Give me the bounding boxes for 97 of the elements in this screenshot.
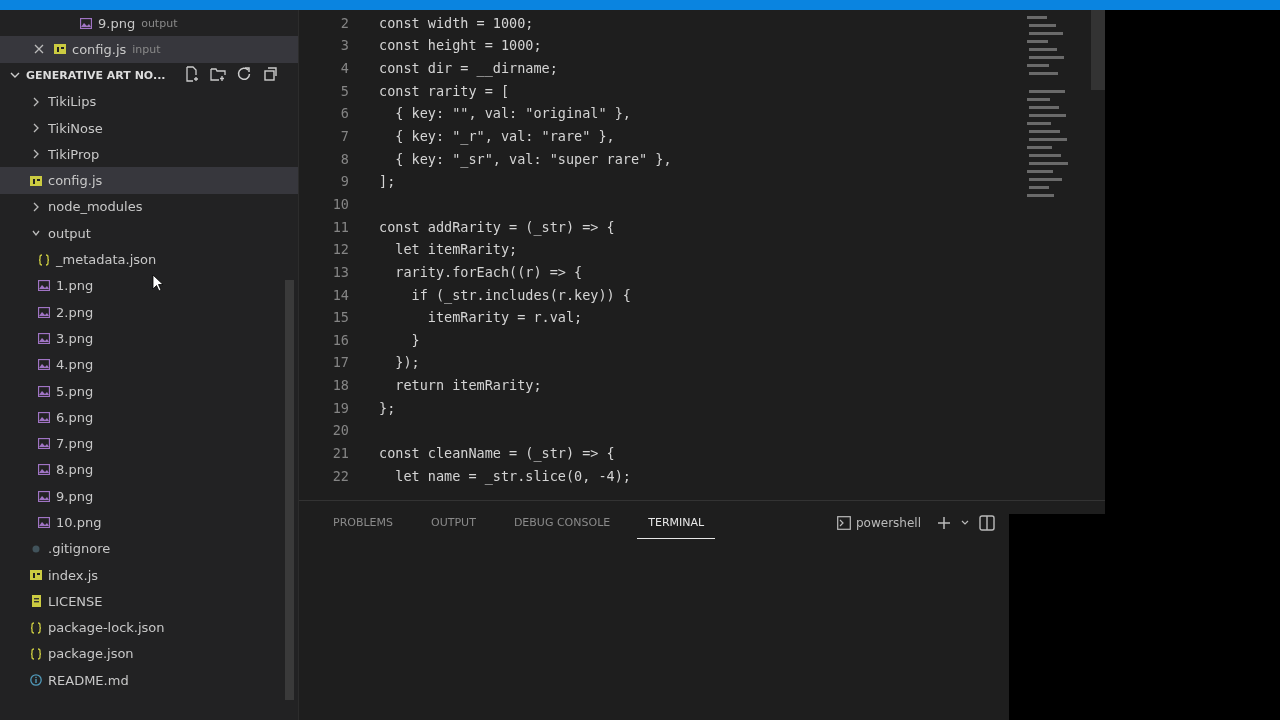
braces-icon: [30, 621, 42, 634]
image-file-icon: [38, 280, 50, 292]
image-file-icon: [80, 17, 92, 29]
line-number: 11: [331, 218, 350, 235]
file-tree-item[interactable]: index.js: [0, 561, 298, 589]
panel-tab[interactable]: PROBLEMS: [322, 507, 405, 539]
file-tree-item[interactable]: 4.png: [0, 351, 298, 378]
js-file-icon: [30, 175, 42, 186]
code-line: { key: "_r", val: "rare" },: [394, 128, 615, 144]
license-icon: [30, 595, 42, 608]
line-number: 18: [331, 377, 350, 394]
panel-tab[interactable]: DEBUG CONSOLE: [502, 507, 622, 539]
file-tree-item[interactable]: TikiNose: [0, 114, 298, 142]
code-line: { key: "_sr", val: "super rare" },: [394, 150, 672, 167]
code-line: const rarity = [: [379, 82, 510, 99]
line-number: 21: [331, 445, 350, 461]
file-tree-item[interactable]: output: [0, 220, 298, 247]
open-editor-item[interactable]: 9.png output: [0, 10, 298, 37]
line-number: 22: [331, 467, 350, 484]
file-tree-item[interactable]: TikiLips: [0, 88, 298, 115]
scrollbar-thumb[interactable]: [1091, 10, 1105, 90]
file-tree-item[interactable]: 1.png: [0, 272, 298, 299]
image-file-icon: [38, 306, 50, 318]
code-line: }: [410, 331, 420, 348]
braces-icon: [38, 253, 50, 266]
line-number: 9: [339, 173, 350, 190]
line-number: 5: [339, 82, 350, 99]
braces-icon: [30, 647, 42, 660]
code-line: if (_str.includes(r.key)) {: [410, 286, 631, 303]
line-number: 12: [331, 241, 350, 258]
file-tree-item[interactable]: package.json: [0, 640, 298, 668]
panel-tab[interactable]: OUTPUT: [420, 507, 487, 539]
line-number: 20: [331, 422, 350, 439]
line-number: 16: [331, 331, 350, 348]
code-line: rarity.forEach((r) => {: [394, 263, 583, 280]
line-number: 17: [331, 354, 350, 371]
image-file-icon: [38, 517, 50, 528]
code-line: const height = 1000;: [379, 37, 542, 54]
info-icon: [30, 674, 42, 687]
file-tree-item[interactable]: 9.png: [0, 483, 298, 510]
js-file-icon: [30, 570, 42, 581]
file-tree-item[interactable]: 7.png: [0, 430, 298, 457]
file-tree-item[interactable]: package-lock.json: [0, 614, 298, 641]
panel-tab[interactable]: TERMINAL: [637, 507, 716, 539]
line-number: 14: [331, 286, 350, 303]
file-tree-item[interactable]: 3.png: [0, 325, 298, 352]
line-number: 15: [331, 309, 350, 326]
plus-icon[interactable]: [937, 516, 951, 530]
file-tree-item[interactable]: 2.png: [0, 298, 298, 326]
line-number: 6: [339, 105, 350, 122]
caret-icon[interactable]: [961, 520, 969, 526]
cursor-icon: [152, 274, 164, 292]
line-number: 3: [339, 37, 350, 54]
js-file-icon: [54, 44, 66, 55]
image-file-icon: [38, 359, 50, 371]
image-file-icon: [38, 332, 50, 344]
image-file-icon: [38, 438, 50, 450]
line-number: 2: [339, 14, 350, 31]
open-editor-item[interactable]: config.js input: [0, 36, 298, 63]
code-line: const addRarity = (_str) => {: [379, 218, 615, 235]
image-file-icon: [38, 490, 50, 502]
file-tree-item[interactable]: .gitignore: [0, 535, 298, 562]
code-line: const cleanName = (_str) => {: [379, 445, 615, 461]
code-line: { key: "", val: "original" },: [394, 105, 631, 122]
line-number: 8: [339, 150, 350, 167]
code-line: const width = 1000;: [379, 14, 534, 31]
code-line: ];: [379, 173, 396, 190]
code-line: });: [394, 354, 420, 371]
file-tree-item[interactable]: LICENSE: [0, 588, 298, 615]
code-line: let name = _str.slice(0, -4);: [394, 467, 631, 484]
split-icon[interactable]: [979, 515, 995, 531]
file-tree-item[interactable]: README.md: [0, 667, 298, 694]
line-number: 10: [331, 195, 350, 212]
line-number: 4: [339, 60, 350, 77]
file-tree-item[interactable]: node_modules: [0, 193, 298, 221]
file-tree-item[interactable]: 8.png: [0, 456, 298, 484]
file-tree-item[interactable]: 5.png: [0, 377, 298, 405]
line-number: 7: [339, 128, 350, 144]
code-line: const dir = __dirname;: [379, 60, 558, 77]
image-file-icon: [38, 385, 50, 397]
section-title[interactable]: GENERATIVE ART NO...: [26, 69, 166, 83]
image-file-icon: [38, 411, 50, 423]
code-line: let itemRarity;: [394, 241, 518, 258]
file-tree-item[interactable]: config.js: [0, 167, 298, 194]
code-line: itemRarity = r.val;: [426, 309, 583, 326]
file-tree-item[interactable]: TikiProp: [0, 141, 298, 168]
code-line: return itemRarity;: [394, 377, 542, 394]
terminal-icon: [837, 516, 851, 530]
file-tree-item[interactable]: 10.png: [0, 509, 298, 536]
file-tree-item[interactable]: 6.png: [0, 404, 298, 431]
image-file-icon: [38, 464, 50, 476]
scrollbar-thumb[interactable]: [285, 280, 294, 700]
terminal-selector[interactable]: powershell: [831, 515, 927, 531]
code-line: };: [379, 399, 396, 416]
line-number: 19: [331, 399, 350, 416]
file-tree-item[interactable]: _metadata.json: [0, 246, 298, 273]
line-number: 13: [331, 263, 350, 280]
